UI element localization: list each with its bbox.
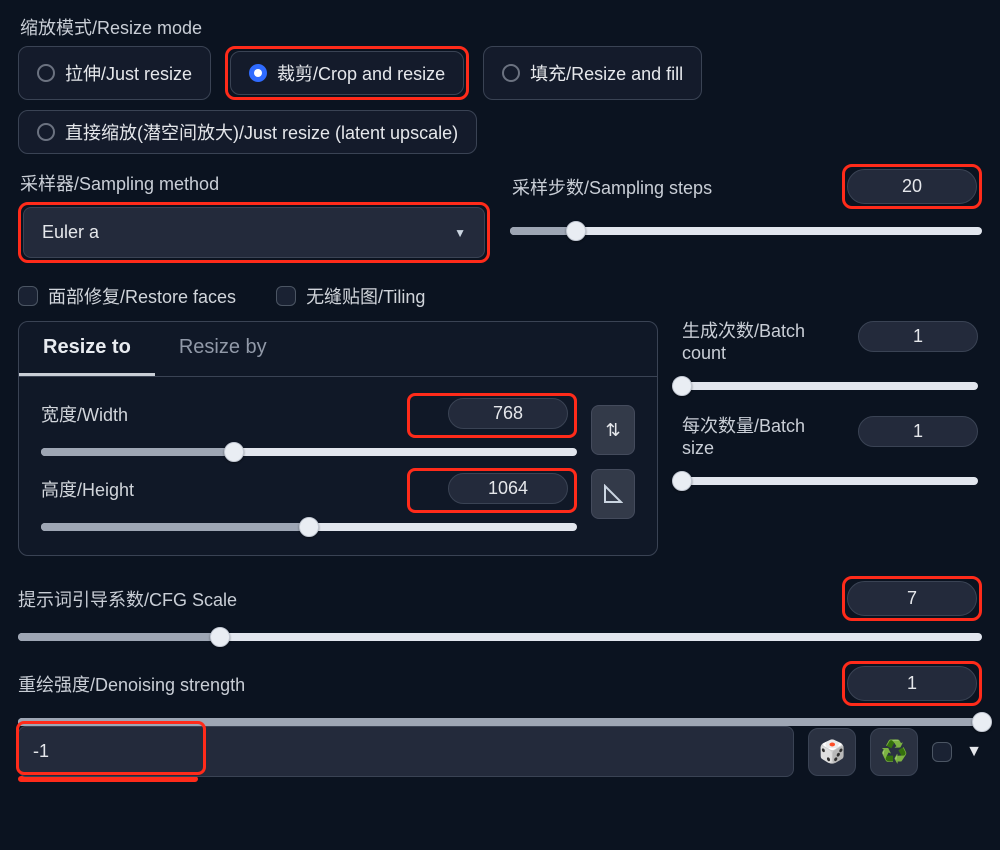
radio-icon — [37, 64, 55, 82]
resize-mode-just-resize[interactable]: 拉伸/Just resize — [18, 46, 211, 100]
resize-panel: Resize to Resize by 宽度/Width 768 — [18, 321, 658, 556]
radio-label: 裁剪/Crop and resize — [277, 60, 445, 86]
seed-input[interactable]: -1 — [18, 726, 794, 777]
swap-dimensions-button[interactable]: ⇅ — [591, 405, 635, 455]
radio-label: 填充/Resize and fill — [530, 60, 683, 86]
sampling-steps-input[interactable]: 20 — [847, 169, 977, 204]
resize-mode-latent[interactable]: 直接缩放(潜空间放大)/Just resize (latent upscale) — [18, 110, 477, 154]
sampling-method-value: Euler a — [42, 222, 99, 243]
width-input[interactable]: 768 — [448, 398, 568, 429]
cfg-scale-label: 提示词引导系数/CFG Scale — [18, 586, 237, 612]
tab-resize-to[interactable]: Resize to — [19, 322, 155, 376]
checkbox-label: 无缝贴图/Tiling — [306, 283, 425, 309]
batch-count-slider[interactable] — [682, 382, 978, 390]
seed-extras-disclosure[interactable]: ▼ — [966, 743, 982, 761]
batch-size-input[interactable]: 1 — [858, 416, 978, 447]
chevron-down-icon: ▼ — [454, 226, 466, 240]
sampling-steps-slider[interactable] — [510, 227, 982, 235]
denoising-input[interactable]: 1 — [847, 666, 977, 701]
checkbox-icon — [18, 286, 38, 306]
set-aspect-button[interactable] — [591, 469, 635, 519]
resize-mode-label: 缩放模式/Resize mode — [20, 14, 982, 40]
height-label: 高度/Height — [41, 476, 407, 502]
batch-size-slider[interactable] — [682, 477, 978, 485]
tab-resize-by[interactable]: Resize by — [155, 322, 291, 376]
restore-faces-checkbox[interactable]: 面部修复/Restore faces — [18, 283, 236, 309]
dice-icon: 🎲 — [818, 739, 845, 765]
resize-mode-group: 拉伸/Just resize 裁剪/Crop and resize 填充/Res… — [18, 46, 982, 100]
resize-mode-resize-fill[interactable]: 填充/Resize and fill — [483, 46, 702, 100]
checkbox-label: 面部修复/Restore faces — [48, 283, 236, 309]
batch-count-input[interactable]: 1 — [858, 321, 978, 352]
batch-size-label: 每次数量/Batch size — [682, 416, 842, 459]
radio-label: 拉伸/Just resize — [65, 60, 192, 86]
radio-icon — [502, 64, 520, 82]
swap-icon: ⇅ — [605, 420, 620, 441]
sampling-method-select[interactable]: Euler a ▼ — [23, 207, 485, 258]
resize-mode-crop-resize[interactable]: 裁剪/Crop and resize — [230, 51, 464, 95]
checkbox-icon — [276, 286, 296, 306]
dim-values-highlight: 1064 — [407, 468, 577, 513]
denoising-label: 重绘强度/Denoising strength — [18, 671, 245, 697]
denoising-slider[interactable] — [18, 718, 982, 726]
triangle-ruler-icon — [603, 484, 623, 504]
cfg-scale-input[interactable]: 7 — [847, 581, 977, 616]
width-label: 宽度/Width — [41, 401, 407, 427]
radio-label: 直接缩放(潜空间放大)/Just resize (latent upscale) — [65, 119, 458, 145]
height-slider[interactable] — [41, 523, 577, 531]
sampling-steps-label: 采样步数/Sampling steps — [512, 174, 712, 200]
radio-icon — [37, 123, 55, 141]
batch-count-label: 生成次数/Batch count — [682, 321, 842, 364]
sampling-method-label: 采样器/Sampling method — [20, 170, 490, 196]
cfg-scale-slider[interactable] — [18, 633, 982, 641]
radio-icon — [249, 64, 267, 82]
height-input[interactable]: 1064 — [448, 473, 568, 504]
width-slider[interactable] — [41, 448, 577, 456]
seed-random-button[interactable]: 🎲 — [808, 728, 856, 776]
seed-extra-checkbox[interactable] — [932, 742, 952, 762]
seed-value: -1 — [33, 741, 49, 761]
tiling-checkbox[interactable]: 无缝贴图/Tiling — [276, 283, 425, 309]
dim-values-highlight: 768 — [407, 393, 577, 438]
seed-reuse-button[interactable]: ♻️ — [870, 728, 918, 776]
recycle-icon: ♻️ — [880, 739, 907, 765]
